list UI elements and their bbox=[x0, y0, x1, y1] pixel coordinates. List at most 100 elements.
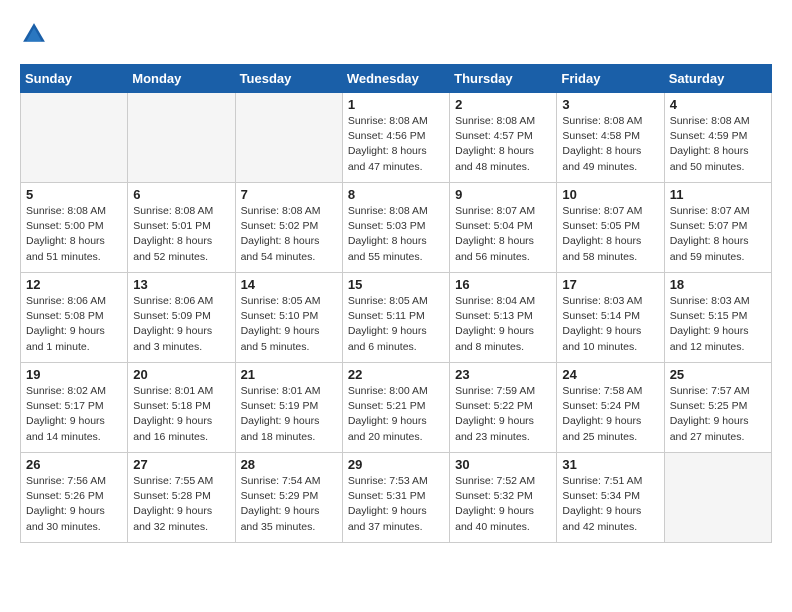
day-number: 16 bbox=[455, 277, 551, 292]
calendar-cell: 18 Sunrise: 8:03 AMSunset: 5:15 PMDaylig… bbox=[664, 273, 771, 363]
calendar-week-row: 5 Sunrise: 8:08 AMSunset: 5:00 PMDayligh… bbox=[21, 183, 772, 273]
calendar-cell: 23 Sunrise: 7:59 AMSunset: 5:22 PMDaylig… bbox=[450, 363, 557, 453]
day-info: Sunrise: 8:08 AMSunset: 5:00 PMDaylight:… bbox=[26, 204, 122, 265]
day-number: 1 bbox=[348, 97, 444, 112]
day-number: 7 bbox=[241, 187, 337, 202]
day-number: 26 bbox=[26, 457, 122, 472]
calendar-cell bbox=[664, 453, 771, 543]
day-info: Sunrise: 8:01 AMSunset: 5:18 PMDaylight:… bbox=[133, 384, 229, 445]
day-info: Sunrise: 8:03 AMSunset: 5:15 PMDaylight:… bbox=[670, 294, 766, 355]
logo-icon bbox=[20, 20, 48, 48]
calendar-cell: 2 Sunrise: 8:08 AMSunset: 4:57 PMDayligh… bbox=[450, 93, 557, 183]
weekday-header-row: SundayMondayTuesdayWednesdayThursdayFrid… bbox=[21, 65, 772, 93]
calendar-cell: 20 Sunrise: 8:01 AMSunset: 5:18 PMDaylig… bbox=[128, 363, 235, 453]
calendar-cell: 16 Sunrise: 8:04 AMSunset: 5:13 PMDaylig… bbox=[450, 273, 557, 363]
weekday-header-wednesday: Wednesday bbox=[342, 65, 449, 93]
day-number: 5 bbox=[26, 187, 122, 202]
calendar-cell: 12 Sunrise: 8:06 AMSunset: 5:08 PMDaylig… bbox=[21, 273, 128, 363]
day-number: 25 bbox=[670, 367, 766, 382]
weekday-header-sunday: Sunday bbox=[21, 65, 128, 93]
day-info: Sunrise: 8:07 AMSunset: 5:07 PMDaylight:… bbox=[670, 204, 766, 265]
day-number: 3 bbox=[562, 97, 658, 112]
day-info: Sunrise: 8:07 AMSunset: 5:04 PMDaylight:… bbox=[455, 204, 551, 265]
calendar-cell: 9 Sunrise: 8:07 AMSunset: 5:04 PMDayligh… bbox=[450, 183, 557, 273]
day-number: 22 bbox=[348, 367, 444, 382]
day-number: 11 bbox=[670, 187, 766, 202]
calendar-table: SundayMondayTuesdayWednesdayThursdayFrid… bbox=[20, 64, 772, 543]
day-number: 28 bbox=[241, 457, 337, 472]
day-info: Sunrise: 8:02 AMSunset: 5:17 PMDaylight:… bbox=[26, 384, 122, 445]
calendar-cell: 5 Sunrise: 8:08 AMSunset: 5:00 PMDayligh… bbox=[21, 183, 128, 273]
calendar-cell: 25 Sunrise: 7:57 AMSunset: 5:25 PMDaylig… bbox=[664, 363, 771, 453]
day-number: 12 bbox=[26, 277, 122, 292]
calendar-cell: 7 Sunrise: 8:08 AMSunset: 5:02 PMDayligh… bbox=[235, 183, 342, 273]
day-number: 17 bbox=[562, 277, 658, 292]
day-info: Sunrise: 8:00 AMSunset: 5:21 PMDaylight:… bbox=[348, 384, 444, 445]
calendar-cell: 1 Sunrise: 8:08 AMSunset: 4:56 PMDayligh… bbox=[342, 93, 449, 183]
calendar-cell bbox=[128, 93, 235, 183]
day-info: Sunrise: 7:59 AMSunset: 5:22 PMDaylight:… bbox=[455, 384, 551, 445]
calendar-cell: 17 Sunrise: 8:03 AMSunset: 5:14 PMDaylig… bbox=[557, 273, 664, 363]
calendar-cell: 26 Sunrise: 7:56 AMSunset: 5:26 PMDaylig… bbox=[21, 453, 128, 543]
calendar-cell: 11 Sunrise: 8:07 AMSunset: 5:07 PMDaylig… bbox=[664, 183, 771, 273]
day-number: 8 bbox=[348, 187, 444, 202]
day-number: 9 bbox=[455, 187, 551, 202]
calendar-cell: 28 Sunrise: 7:54 AMSunset: 5:29 PMDaylig… bbox=[235, 453, 342, 543]
weekday-header-monday: Monday bbox=[128, 65, 235, 93]
weekday-header-tuesday: Tuesday bbox=[235, 65, 342, 93]
page-header bbox=[20, 20, 772, 48]
calendar-cell: 21 Sunrise: 8:01 AMSunset: 5:19 PMDaylig… bbox=[235, 363, 342, 453]
day-number: 31 bbox=[562, 457, 658, 472]
day-number: 6 bbox=[133, 187, 229, 202]
calendar-cell: 27 Sunrise: 7:55 AMSunset: 5:28 PMDaylig… bbox=[128, 453, 235, 543]
day-number: 30 bbox=[455, 457, 551, 472]
day-number: 23 bbox=[455, 367, 551, 382]
calendar-cell: 3 Sunrise: 8:08 AMSunset: 4:58 PMDayligh… bbox=[557, 93, 664, 183]
day-info: Sunrise: 8:06 AMSunset: 5:09 PMDaylight:… bbox=[133, 294, 229, 355]
calendar-cell: 15 Sunrise: 8:05 AMSunset: 5:11 PMDaylig… bbox=[342, 273, 449, 363]
day-number: 29 bbox=[348, 457, 444, 472]
calendar-cell: 8 Sunrise: 8:08 AMSunset: 5:03 PMDayligh… bbox=[342, 183, 449, 273]
weekday-header-thursday: Thursday bbox=[450, 65, 557, 93]
day-info: Sunrise: 8:03 AMSunset: 5:14 PMDaylight:… bbox=[562, 294, 658, 355]
calendar-cell: 19 Sunrise: 8:02 AMSunset: 5:17 PMDaylig… bbox=[21, 363, 128, 453]
day-info: Sunrise: 7:56 AMSunset: 5:26 PMDaylight:… bbox=[26, 474, 122, 535]
day-info: Sunrise: 8:08 AMSunset: 5:02 PMDaylight:… bbox=[241, 204, 337, 265]
day-info: Sunrise: 8:07 AMSunset: 5:05 PMDaylight:… bbox=[562, 204, 658, 265]
day-info: Sunrise: 8:04 AMSunset: 5:13 PMDaylight:… bbox=[455, 294, 551, 355]
day-info: Sunrise: 7:55 AMSunset: 5:28 PMDaylight:… bbox=[133, 474, 229, 535]
day-info: Sunrise: 7:52 AMSunset: 5:32 PMDaylight:… bbox=[455, 474, 551, 535]
day-info: Sunrise: 8:08 AMSunset: 4:56 PMDaylight:… bbox=[348, 114, 444, 175]
calendar-cell: 10 Sunrise: 8:07 AMSunset: 5:05 PMDaylig… bbox=[557, 183, 664, 273]
day-info: Sunrise: 8:08 AMSunset: 4:58 PMDaylight:… bbox=[562, 114, 658, 175]
day-number: 10 bbox=[562, 187, 658, 202]
calendar-cell: 31 Sunrise: 7:51 AMSunset: 5:34 PMDaylig… bbox=[557, 453, 664, 543]
day-info: Sunrise: 8:01 AMSunset: 5:19 PMDaylight:… bbox=[241, 384, 337, 445]
calendar-cell: 22 Sunrise: 8:00 AMSunset: 5:21 PMDaylig… bbox=[342, 363, 449, 453]
day-info: Sunrise: 8:08 AMSunset: 4:57 PMDaylight:… bbox=[455, 114, 551, 175]
day-info: Sunrise: 8:08 AMSunset: 4:59 PMDaylight:… bbox=[670, 114, 766, 175]
calendar-cell: 6 Sunrise: 8:08 AMSunset: 5:01 PMDayligh… bbox=[128, 183, 235, 273]
day-number: 14 bbox=[241, 277, 337, 292]
day-number: 13 bbox=[133, 277, 229, 292]
calendar-cell bbox=[235, 93, 342, 183]
day-info: Sunrise: 7:54 AMSunset: 5:29 PMDaylight:… bbox=[241, 474, 337, 535]
calendar-cell: 13 Sunrise: 8:06 AMSunset: 5:09 PMDaylig… bbox=[128, 273, 235, 363]
day-info: Sunrise: 7:57 AMSunset: 5:25 PMDaylight:… bbox=[670, 384, 766, 445]
calendar-cell: 14 Sunrise: 8:05 AMSunset: 5:10 PMDaylig… bbox=[235, 273, 342, 363]
calendar-cell: 30 Sunrise: 7:52 AMSunset: 5:32 PMDaylig… bbox=[450, 453, 557, 543]
day-info: Sunrise: 8:08 AMSunset: 5:03 PMDaylight:… bbox=[348, 204, 444, 265]
logo bbox=[20, 20, 52, 48]
calendar-week-row: 26 Sunrise: 7:56 AMSunset: 5:26 PMDaylig… bbox=[21, 453, 772, 543]
day-number: 18 bbox=[670, 277, 766, 292]
day-number: 20 bbox=[133, 367, 229, 382]
day-info: Sunrise: 8:05 AMSunset: 5:10 PMDaylight:… bbox=[241, 294, 337, 355]
day-number: 19 bbox=[26, 367, 122, 382]
day-info: Sunrise: 8:06 AMSunset: 5:08 PMDaylight:… bbox=[26, 294, 122, 355]
day-info: Sunrise: 7:51 AMSunset: 5:34 PMDaylight:… bbox=[562, 474, 658, 535]
weekday-header-saturday: Saturday bbox=[664, 65, 771, 93]
calendar-cell: 24 Sunrise: 7:58 AMSunset: 5:24 PMDaylig… bbox=[557, 363, 664, 453]
day-number: 2 bbox=[455, 97, 551, 112]
day-info: Sunrise: 7:58 AMSunset: 5:24 PMDaylight:… bbox=[562, 384, 658, 445]
calendar-week-row: 19 Sunrise: 8:02 AMSunset: 5:17 PMDaylig… bbox=[21, 363, 772, 453]
